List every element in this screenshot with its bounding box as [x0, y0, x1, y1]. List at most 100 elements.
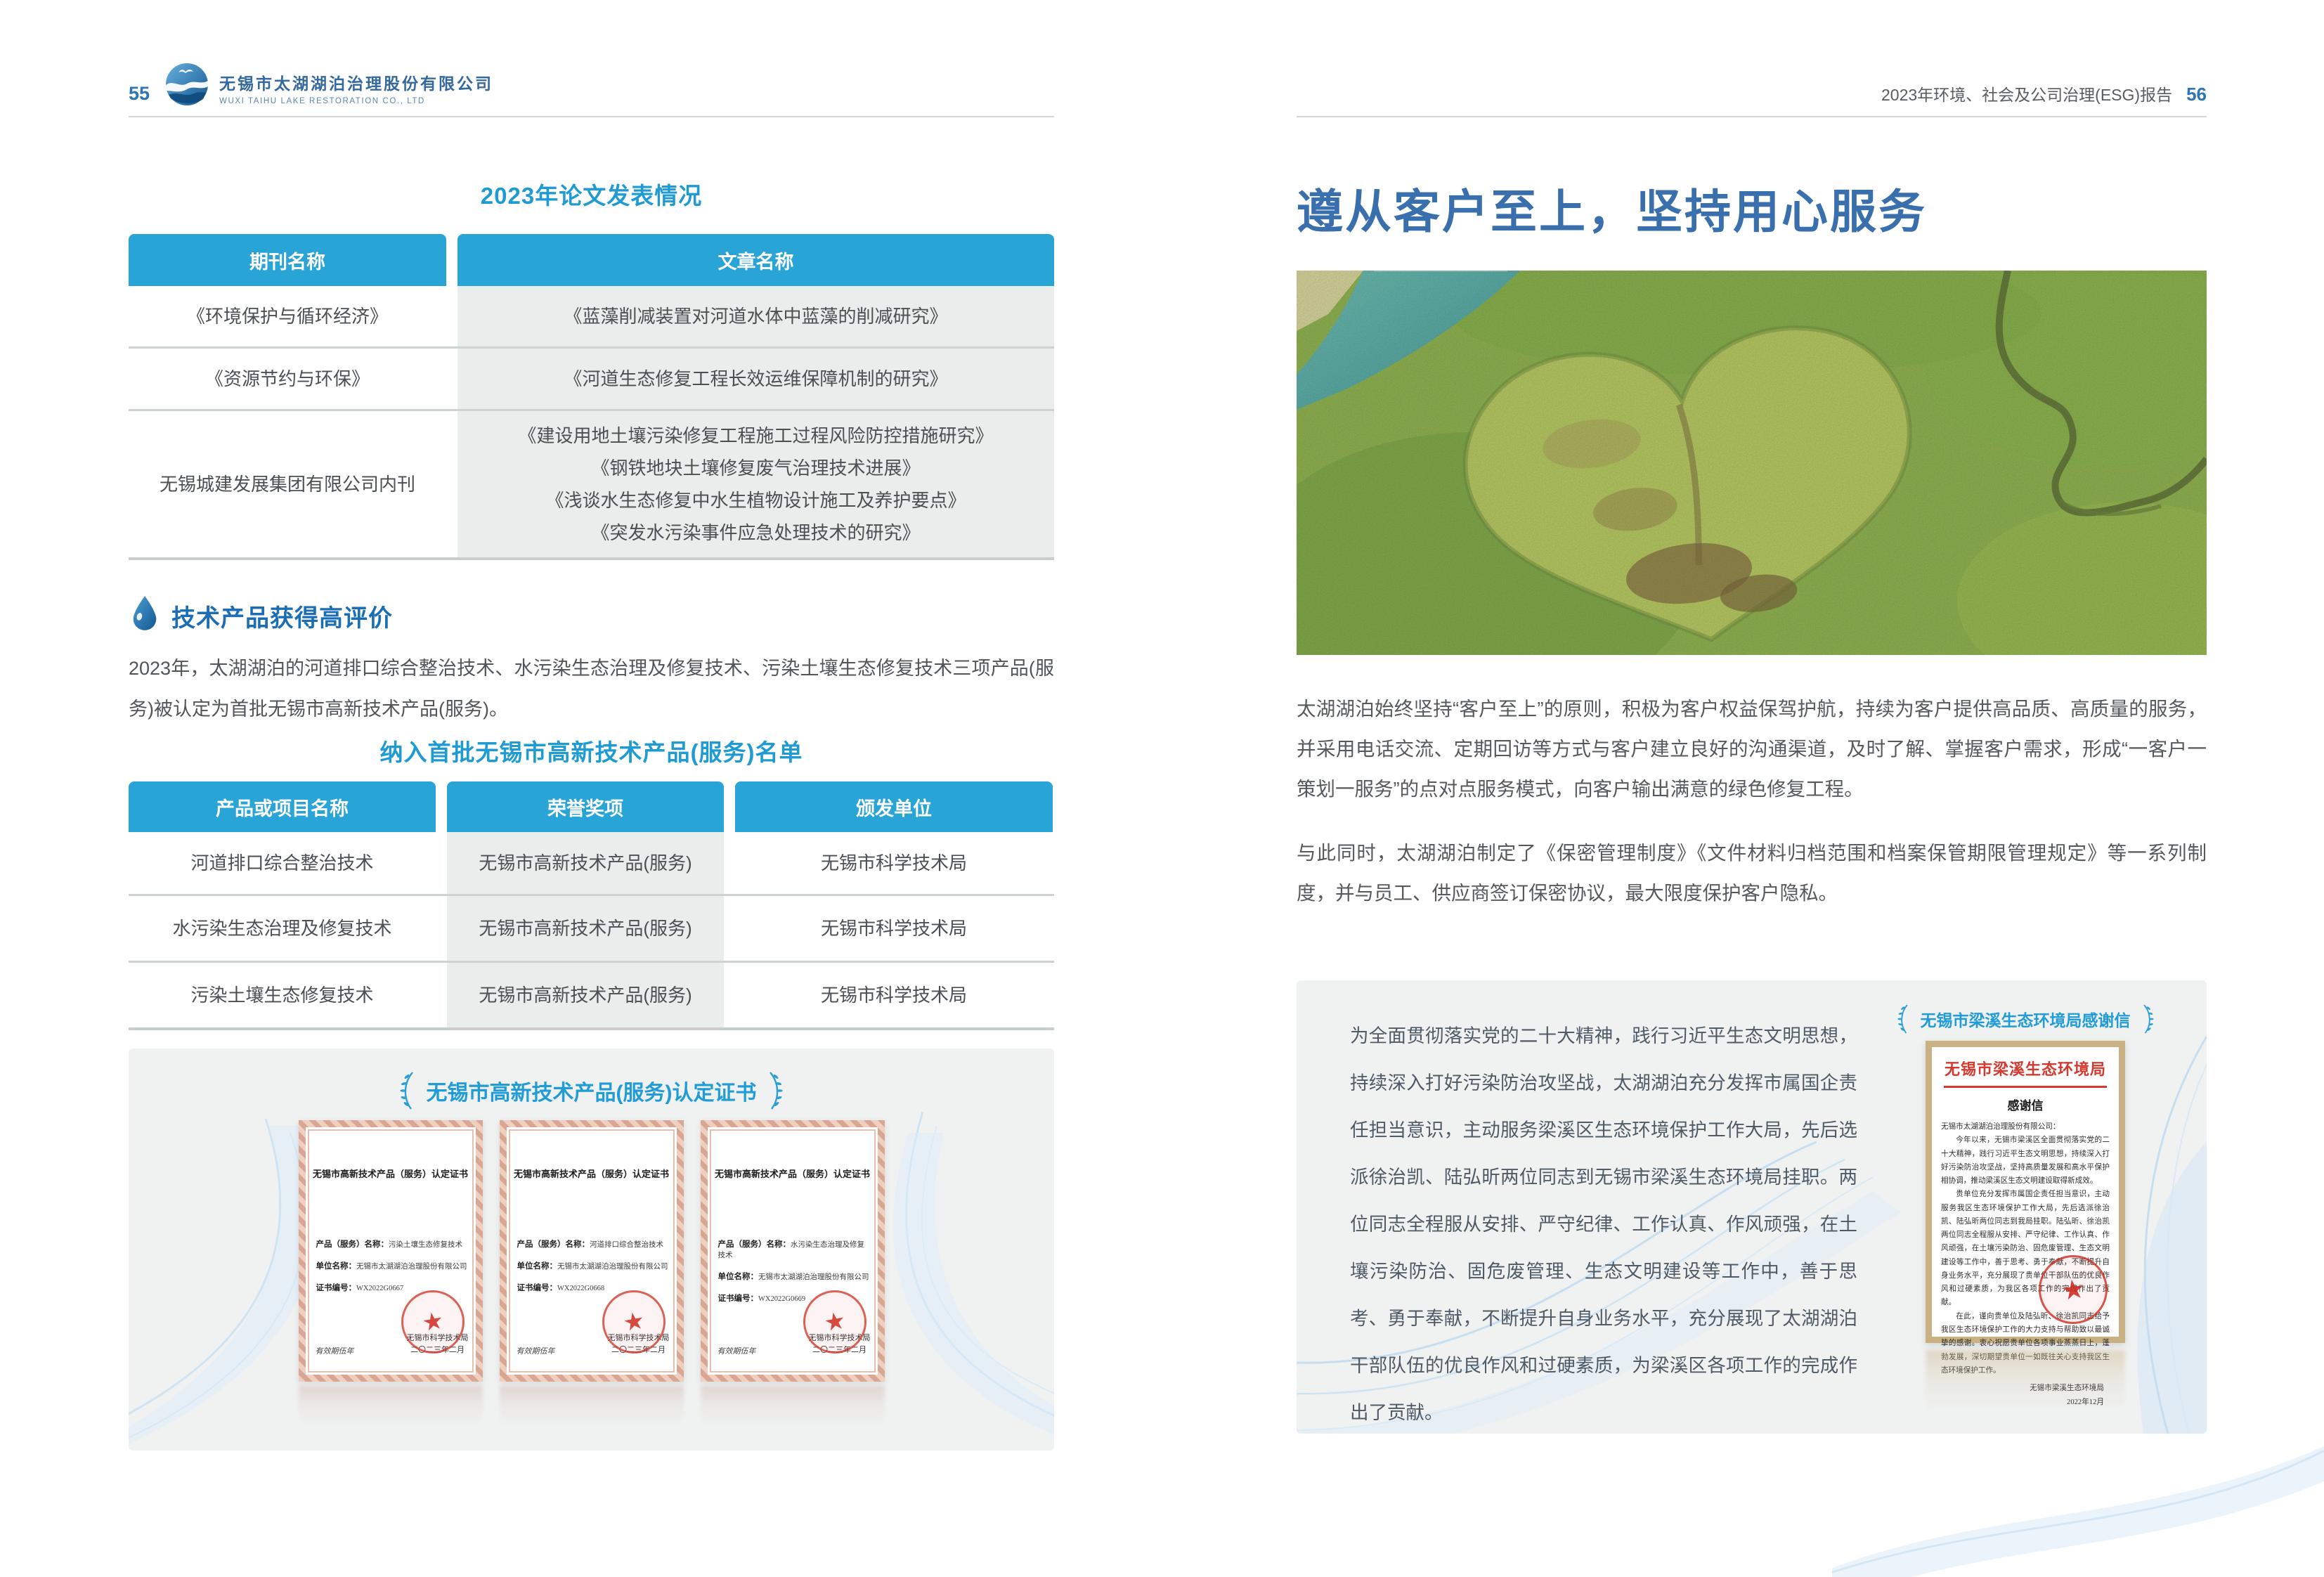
letter-red-rule	[1944, 1086, 2107, 1088]
field-label: 产品（服务）名称：	[316, 1240, 389, 1249]
field-value: 无锡市太湖湖泊治理股份有限公司	[356, 1263, 467, 1271]
column-header: 文章名称	[457, 234, 1054, 286]
field-label: 产品（服务）名称：	[517, 1240, 590, 1249]
field-label: 单位名称：	[316, 1262, 357, 1271]
article-cell: 《蓝藻削减装置对河道水体中蓝藻的削减研究》	[457, 286, 1054, 346]
tech-paragraph: 2023年，太湖湖泊的河道排口综合整治技术、水污染生态治理及修复技术、污染土壤生…	[129, 648, 1054, 729]
customer-first-paragraph: 太湖湖泊始终坚持“客户至上”的原则，积极为客户权益保驾护航，持续为客户提供高品质…	[1297, 689, 2207, 809]
column-header: 荣誉奖项	[447, 781, 724, 832]
field-value: WX2022G0669	[758, 1295, 805, 1303]
article-line: 《钢铁地块土壤修复废气治理技术进展》	[591, 452, 920, 484]
corner-wave-decoration	[1832, 1429, 2324, 1577]
certificate-reflection	[500, 1386, 684, 1436]
validity-text: 有效期伍年	[718, 1345, 756, 1356]
issuer-cell: 无锡市科学技术局	[735, 832, 1053, 894]
table-row: 《资源节约与环保》 《河道生态修复工程长效运维保障机制的研究》	[129, 346, 1054, 409]
laurel-right-icon	[2142, 1003, 2156, 1035]
hightech-table: 产品或项目名称 荣誉奖项 颁发单位 河道排口综合整治技术 无锡市高新技术产品(服…	[129, 781, 1054, 1030]
field-value: WX2022G0667	[356, 1285, 403, 1292]
product-cell: 河道排口综合整治技术	[129, 832, 436, 894]
section-heading: 技术产品获得高评价	[171, 599, 393, 633]
field-label: 产品（服务）名称：	[718, 1240, 791, 1249]
validity-text: 有效期伍年	[517, 1345, 555, 1356]
certificate-title: 无锡市高新技术产品（服务）认定证书	[514, 1167, 670, 1180]
header-divider-right	[1297, 116, 2207, 117]
table-row: 河道排口综合整治技术 无锡市高新技术产品(服务) 无锡市科学技术局	[129, 832, 1054, 894]
certificate-reflection	[701, 1386, 885, 1436]
letter-salutation: 无锡市太湖湖泊治理股份有限公司：	[1941, 1120, 2110, 1134]
field-label: 证书编号：	[316, 1284, 357, 1292]
certificate-3: 无锡市高新技术产品（服务）认定证书 产品（服务）名称：水污染生态治理及修复技术 …	[701, 1120, 885, 1382]
journal-cell: 《环境保护与循环经济》	[129, 286, 446, 346]
field-value: 无锡市太湖湖泊治理股份有限公司	[557, 1263, 668, 1271]
header-divider-left	[129, 116, 1054, 117]
letter-org-header: 无锡市梁溪生态环境局	[1941, 1057, 2110, 1079]
article-line: 《浅谈水生态修复中水生植物设计施工及养护要点》	[545, 484, 966, 517]
heart-wetland-photo	[1297, 271, 2207, 655]
issuer-cell: 无锡市科学技术局	[735, 896, 1053, 961]
confidentiality-paragraph: 与此同时，太湖湖泊制定了《保密管理制度》《文件材料归档范围和档案保管期限管理规定…	[1297, 833, 2207, 913]
papers-table: 期刊名称 文章名称 《环境保护与循环经济》 《蓝藻削减装置对河道水体中蓝藻的削减…	[129, 234, 1054, 560]
laurel-left-icon	[1895, 1003, 1909, 1035]
hightech-table-title: 纳入首批无锡市高新技术产品(服务)名单	[129, 734, 1054, 767]
company-name-en: WUXI TAIHU LAKE RESTORATION CO., LTD	[219, 97, 493, 105]
certificate-1: 无锡市高新技术产品（服务）认定证书 产品（服务）名称：污染土壤生态修复技术 单位…	[299, 1120, 483, 1382]
esg-report-spread: 55 无锡市太湖湖泊治理股份有限公司 WUXI TAIHU LAKE RESTO…	[0, 0, 2324, 1577]
laurel-right-icon	[767, 1070, 786, 1112]
field-label: 单位名称：	[718, 1273, 759, 1281]
letter-reflection	[1926, 1350, 2125, 1426]
certificate-2: 无锡市高新技术产品（服务）认定证书 产品（服务）名称：河道排口综合整治技术 单位…	[500, 1120, 684, 1382]
field-value: 污染土壤生态修复技术	[389, 1241, 462, 1249]
laurel-left-icon	[397, 1070, 415, 1112]
award-cell: 无锡市高新技术产品(服务)	[447, 896, 724, 961]
letter-heading: 感谢信	[1941, 1096, 2110, 1113]
letter-title-row: 无锡市梁溪生态环境局感谢信	[1885, 1003, 2166, 1035]
certificate-title: 无锡市高新技术产品（服务）认定证书	[313, 1167, 469, 1180]
papers-table-title: 2023年论文发表情况	[129, 177, 1054, 211]
award-cell: 无锡市高新技术产品(服务)	[447, 832, 724, 894]
article-line: 《突发水污染事件应急处理技术的研究》	[591, 517, 920, 549]
certificate-title: 无锡市高新技术产品（服务）认定证书	[715, 1167, 871, 1180]
thank-you-panel: 为全面贯彻落实党的二十大精神，践行习近平生态文明思想，持续深入打好污染防治攻坚战…	[1297, 980, 2207, 1434]
certificate-row: 无锡市高新技术产品（服务）认定证书 产品（服务）名称：污染土壤生态修复技术 单位…	[129, 1120, 1054, 1382]
column-header: 颁发单位	[735, 781, 1053, 832]
company-logo-icon	[164, 62, 209, 107]
cert-panel-title-row: 无锡市高新技术产品(服务)认定证书	[129, 1070, 1054, 1112]
field-value: 无锡市太湖湖泊治理股份有限公司	[758, 1273, 869, 1281]
header-right: 2023年环境、社会及公司治理(ESG)报告 56	[1297, 82, 2207, 105]
hightech-table-header: 产品或项目名称 荣誉奖项 颁发单位	[129, 781, 1054, 832]
product-cell: 污染土壤生态修复技术	[129, 963, 436, 1027]
field-label: 证书编号：	[718, 1294, 759, 1303]
report-title: 2023年环境、社会及公司治理(ESG)报告	[1881, 86, 2172, 104]
issuer-cell: 无锡市科学技术局	[735, 963, 1053, 1027]
cert-panel-title: 无锡市高新技术产品(服务)认定证书	[427, 1075, 757, 1106]
product-cell: 水污染生态治理及修复技术	[129, 896, 436, 961]
page-number-right: 56	[2186, 84, 2207, 105]
thank-you-letter: 无锡市梁溪生态环境局 感谢信 无锡市太湖湖泊治理股份有限公司： 今年以来，无锡市…	[1926, 1041, 2125, 1343]
certificates-panel: 无锡市高新技术产品(服务)认定证书 无锡市高新技术产品（服务）认定证书 产品（服…	[129, 1049, 1054, 1451]
field-label: 证书编号：	[517, 1284, 558, 1292]
field-label: 单位名称：	[517, 1262, 558, 1271]
table-row: 《环境保护与循环经济》 《蓝藻削减装置对河道水体中蓝藻的削减研究》	[129, 286, 1054, 346]
letter-body: 无锡市太湖湖泊治理股份有限公司： 今年以来，无锡市梁溪区全面贯彻落实党的二十大精…	[1941, 1120, 2110, 1377]
table-row: 水污染生态治理及修复技术 无锡市高新技术产品(服务) 无锡市科学技术局	[129, 894, 1054, 961]
award-cell: 无锡市高新技术产品(服务)	[447, 963, 724, 1027]
certificate-reflection	[299, 1386, 483, 1436]
page-main-title: 遵从客户至上，坚持用心服务	[1297, 174, 2207, 242]
article-cell: 《河道生态修复工程长效运维保障机制的研究》	[457, 349, 1054, 409]
validity-text: 有效期伍年	[316, 1345, 354, 1356]
panel-paragraph: 为全面贯彻落实党的二十大精神，践行习近平生态文明思想，持续深入打好污染防治攻坚战…	[1350, 1013, 1857, 1434]
letter-title: 无锡市梁溪生态环境局感谢信	[1921, 1007, 2131, 1031]
column-header: 产品或项目名称	[129, 781, 436, 832]
table-row: 无锡城建发展集团有限公司内刊 《建设用地土壤污染修复工程施工过程风险防控措施研究…	[129, 409, 1054, 560]
field-value: WX2022G0668	[557, 1285, 604, 1292]
papers-table-header: 期刊名称 文章名称	[129, 234, 1054, 286]
journal-cell: 《资源节约与环保》	[129, 349, 446, 409]
article-line: 《建设用地土壤污染修复工程施工过程风险防控措施研究》	[518, 420, 993, 452]
certificate-reflections	[129, 1386, 1054, 1436]
journal-cell: 无锡城建发展集团有限公司内刊	[129, 411, 446, 557]
company-name-cn: 无锡市太湖湖泊治理股份有限公司	[219, 70, 493, 94]
page-number-left: 55	[129, 83, 150, 105]
company-name-block: 无锡市太湖湖泊治理股份有限公司 WUXI TAIHU LAKE RESTORAT…	[219, 70, 493, 105]
field-value: 河道排口综合整治技术	[590, 1241, 663, 1249]
